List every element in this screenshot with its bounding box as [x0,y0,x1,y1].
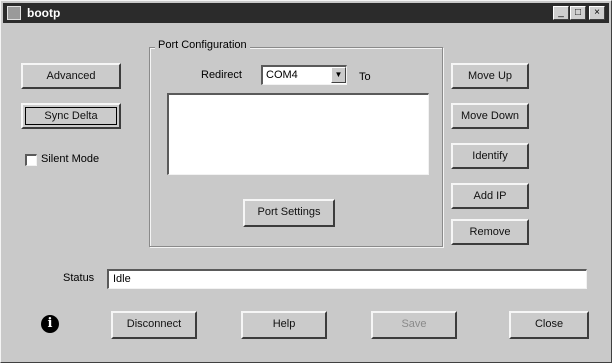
title-bar[interactable]: bootp _ □ × [3,3,609,23]
help-button[interactable]: Help [241,311,327,339]
save-button: Save [371,311,457,339]
to-label: To [359,71,371,83]
remove-button[interactable]: Remove [451,219,529,245]
identify-button[interactable]: Identify [451,143,529,169]
app-icon [7,6,21,20]
close-button[interactable]: Close [509,311,589,339]
disconnect-button[interactable]: Disconnect [111,311,197,339]
close-window-button[interactable]: × [589,6,605,20]
sync-delta-button[interactable]: Sync Delta [21,103,121,129]
advanced-button[interactable]: Advanced [21,63,121,89]
maximize-button[interactable]: □ [570,6,586,20]
minimize-button[interactable]: _ [553,6,569,20]
port-settings-button[interactable]: Port Settings [243,199,335,227]
add-ip-button[interactable]: Add IP [451,183,529,209]
port-select-value: COM4 [266,69,298,81]
move-up-button[interactable]: Move Up [451,63,529,89]
window-title: bootp [27,6,61,20]
port-configuration-title: Port Configuration [155,39,250,51]
silent-mode-checkbox[interactable] [25,154,37,166]
port-list[interactable] [167,93,429,175]
port-select[interactable]: COM4 ▼ [261,65,347,85]
move-down-button[interactable]: Move Down [451,103,529,129]
redirect-label: Redirect [201,69,242,81]
info-icon: i [41,315,59,333]
status-label: Status [63,272,95,284]
app-window: bootp _ □ × Advanced Sync Delta Silent M… [0,0,612,363]
silent-mode-label: Silent Mode [41,153,100,165]
chevron-down-icon[interactable]: ▼ [331,67,346,83]
status-field: Idle [107,269,587,289]
